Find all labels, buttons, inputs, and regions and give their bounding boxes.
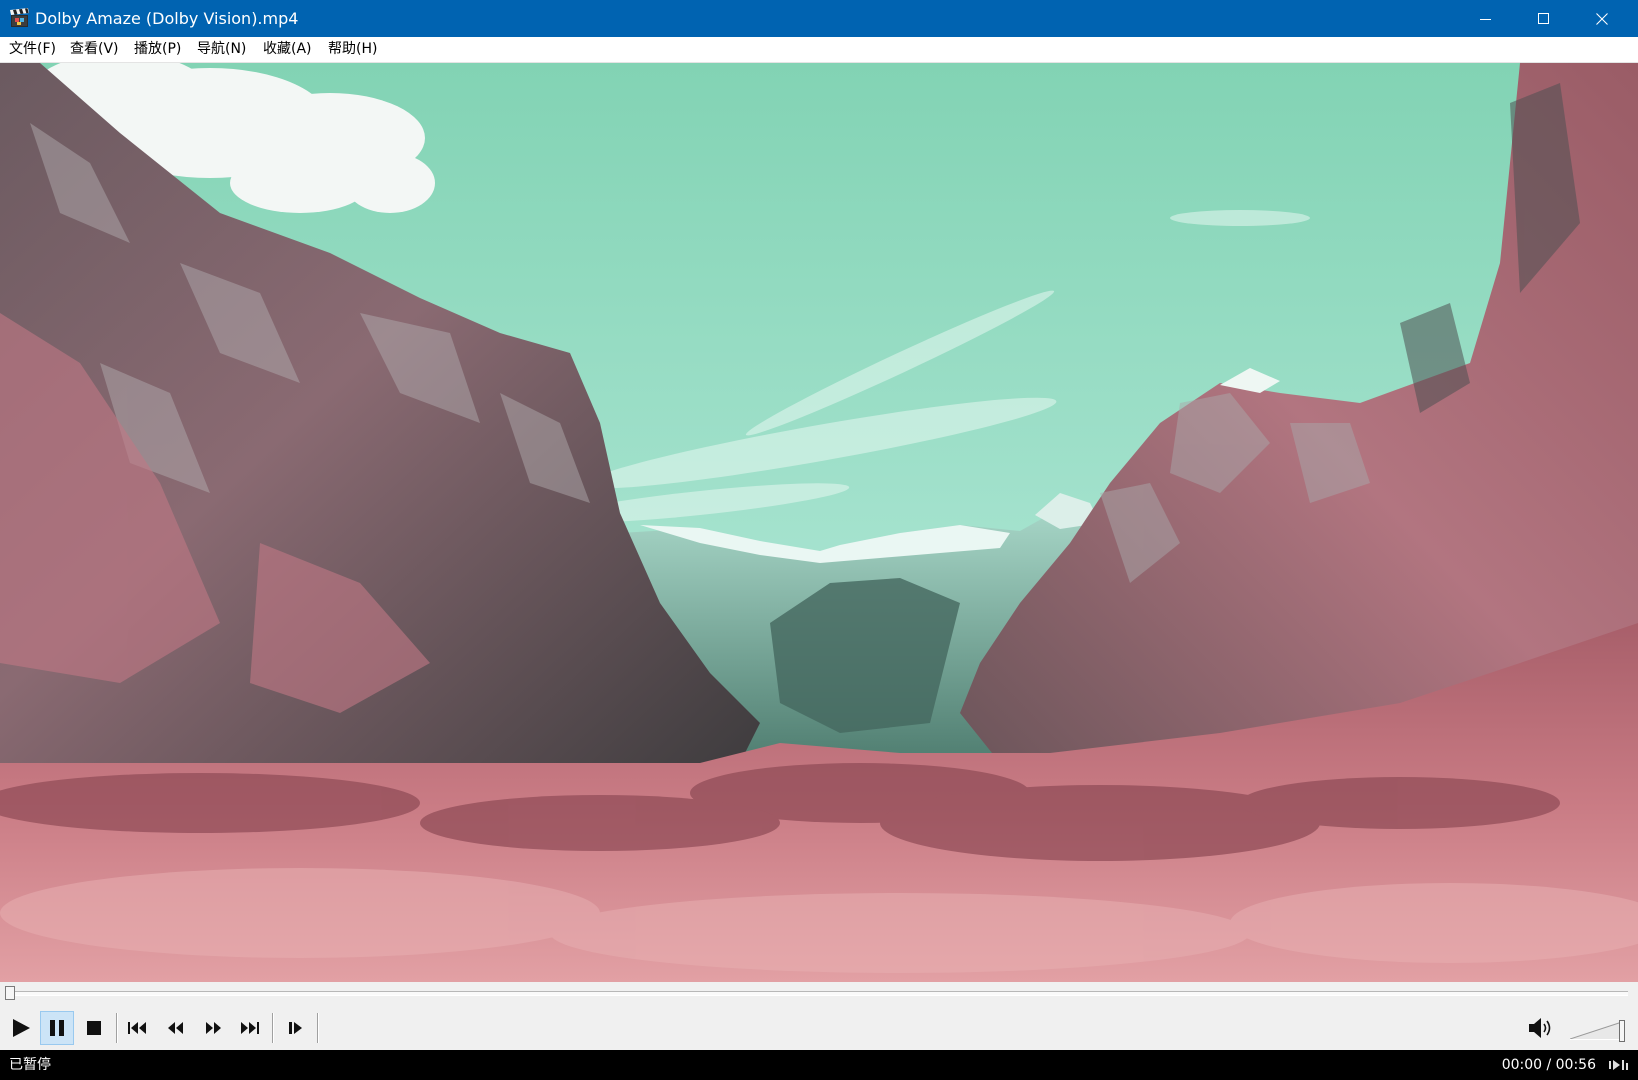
mute-button[interactable] — [1525, 1011, 1559, 1045]
maximize-button[interactable] — [1515, 0, 1573, 37]
playback-status: 已暂停 — [9, 1057, 51, 1073]
volume-slider[interactable] — [1569, 1020, 1628, 1042]
toolbar-separator — [116, 1013, 118, 1043]
time-display: 00:00 / 00:56 — [1501, 1057, 1596, 1073]
minimize-button[interactable] — [1457, 0, 1515, 37]
previous-button[interactable] — [121, 1011, 155, 1045]
pause-button[interactable] — [40, 1011, 74, 1045]
stats-icon[interactable] — [1608, 1058, 1630, 1072]
toolbar-separator — [317, 1013, 319, 1043]
frame-step-icon — [289, 1022, 302, 1034]
rewind-icon — [168, 1022, 183, 1034]
rewind-button[interactable] — [159, 1011, 193, 1045]
menu-play[interactable]: 播放(P) — [133, 37, 182, 62]
play-button[interactable] — [4, 1011, 38, 1045]
menu-view[interactable]: 查看(V) — [69, 37, 120, 62]
clapperboard-icon[interactable] — [9, 8, 31, 28]
seek-bar[interactable] — [0, 982, 1638, 1004]
menu-bar: 文件(F) 查看(V) 播放(P) 导航(N) 收藏(A) 帮助(H) — [0, 37, 1638, 63]
playback-toolbar — [0, 1004, 1638, 1050]
menu-file[interactable]: 文件(F) — [8, 37, 57, 62]
video-frame[interactable] — [0, 63, 1638, 982]
menu-navigate[interactable]: 导航(N) — [196, 37, 247, 62]
volume-thumb[interactable] — [1619, 1020, 1625, 1042]
title-bar: Dolby Amaze (Dolby Vision).mp4 — [0, 0, 1638, 37]
fast-forward-button[interactable] — [196, 1011, 230, 1045]
speaker-icon — [1529, 1018, 1551, 1038]
pause-icon — [50, 1020, 64, 1036]
close-icon — [1596, 12, 1608, 25]
close-button[interactable] — [1573, 0, 1631, 37]
seek-thumb[interactable] — [5, 986, 15, 1000]
maximize-icon — [1538, 12, 1549, 24]
stop-button[interactable] — [77, 1011, 111, 1045]
frame-step-button[interactable] — [279, 1011, 313, 1045]
minimize-icon — [1480, 18, 1491, 20]
window-title: Dolby Amaze (Dolby Vision).mp4 — [35, 9, 299, 28]
skip-back-icon — [128, 1022, 146, 1034]
seek-track[interactable] — [10, 991, 1628, 996]
next-button[interactable] — [232, 1011, 266, 1045]
menu-help[interactable]: 帮助(H) — [327, 37, 378, 62]
play-icon — [13, 1019, 30, 1037]
toolbar-separator — [272, 1013, 274, 1043]
stop-icon — [87, 1021, 101, 1035]
status-bar: 已暂停 00:00 / 00:56 — [0, 1050, 1638, 1080]
video-image — [0, 63, 1638, 982]
skip-forward-icon — [241, 1022, 259, 1034]
fast-forward-icon — [206, 1022, 221, 1034]
menu-favorites[interactable]: 收藏(A) — [262, 37, 313, 62]
